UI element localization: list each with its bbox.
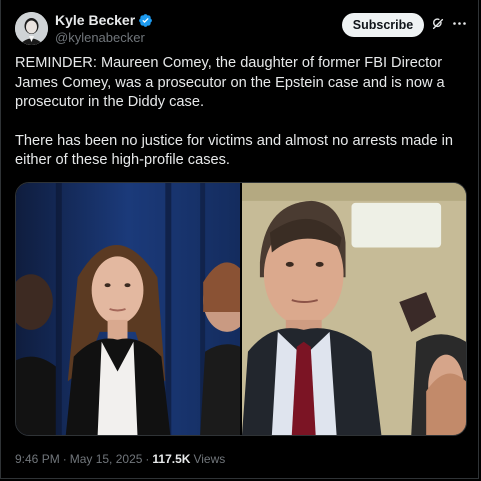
- author-avatar[interactable]: [15, 12, 48, 45]
- tweet-paragraph: REMINDER: Maureen Comey, the daughter of…: [15, 55, 445, 110]
- tweet-time[interactable]: 9:46 PM: [15, 452, 60, 466]
- author-name[interactable]: Kyle Becker: [55, 12, 153, 28]
- views-label: Views: [193, 452, 226, 466]
- grok-icon[interactable]: [431, 17, 445, 31]
- media-grid: [15, 182, 467, 436]
- views-count[interactable]: 117.5K: [152, 452, 190, 466]
- more-options-icon[interactable]: [452, 16, 467, 31]
- verified-badge-icon: [138, 13, 153, 28]
- tweet-date[interactable]: May 15, 2025: [70, 452, 143, 466]
- tweet-paragraph: There has been no justice for victims an…: [15, 132, 454, 169]
- meta-separator: ·: [145, 452, 150, 466]
- author-handle[interactable]: @kylenabecker: [55, 30, 145, 45]
- photo-man[interactable]: [242, 183, 466, 435]
- subscribe-button[interactable]: Subscribe: [342, 13, 424, 37]
- author-name-text[interactable]: Kyle Becker: [55, 12, 135, 28]
- meta-separator: ·: [62, 452, 67, 466]
- tweet-meta: 9:46 PM · May 15, 2025 · 117.5K Views: [15, 452, 225, 466]
- photo-woman[interactable]: [16, 183, 240, 435]
- tweet-text: REMINDER: Maureen Comey, the daughter of…: [15, 54, 470, 190]
